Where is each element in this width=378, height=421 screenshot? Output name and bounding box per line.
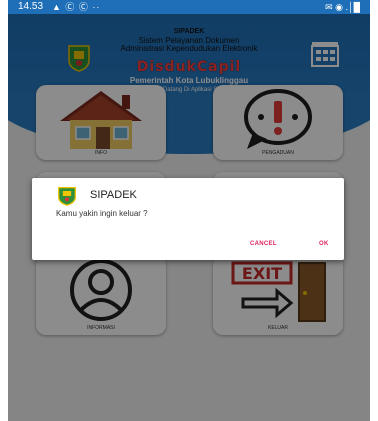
confirm-exit-dialog: SIPADEK Kamu yakin ingin keluar ? CANCEL… xyxy=(32,178,344,260)
city-emblem-icon xyxy=(58,187,76,206)
dialog-message: Kamu yakin ingin keluar ? xyxy=(56,209,148,218)
dialog-title: SIPADEK xyxy=(90,189,137,201)
signal-battery-icons: ✉ ◉ .│█ xyxy=(325,2,360,12)
status-time: 14.53 xyxy=(18,1,44,12)
notification-icons: ▲ Ⓒ Ⓒ ·· xyxy=(52,2,101,12)
cancel-button[interactable]: CANCEL xyxy=(250,241,277,247)
status-bar: 14.53 ▲ Ⓒ Ⓒ ·· ✉ ◉ .│█ xyxy=(8,0,370,14)
ok-button[interactable]: OK xyxy=(319,241,329,247)
phone-screen: 14.53 ▲ Ⓒ Ⓒ ·· ✉ ◉ .│█ SIPADEK Sistem Pe… xyxy=(8,0,370,421)
